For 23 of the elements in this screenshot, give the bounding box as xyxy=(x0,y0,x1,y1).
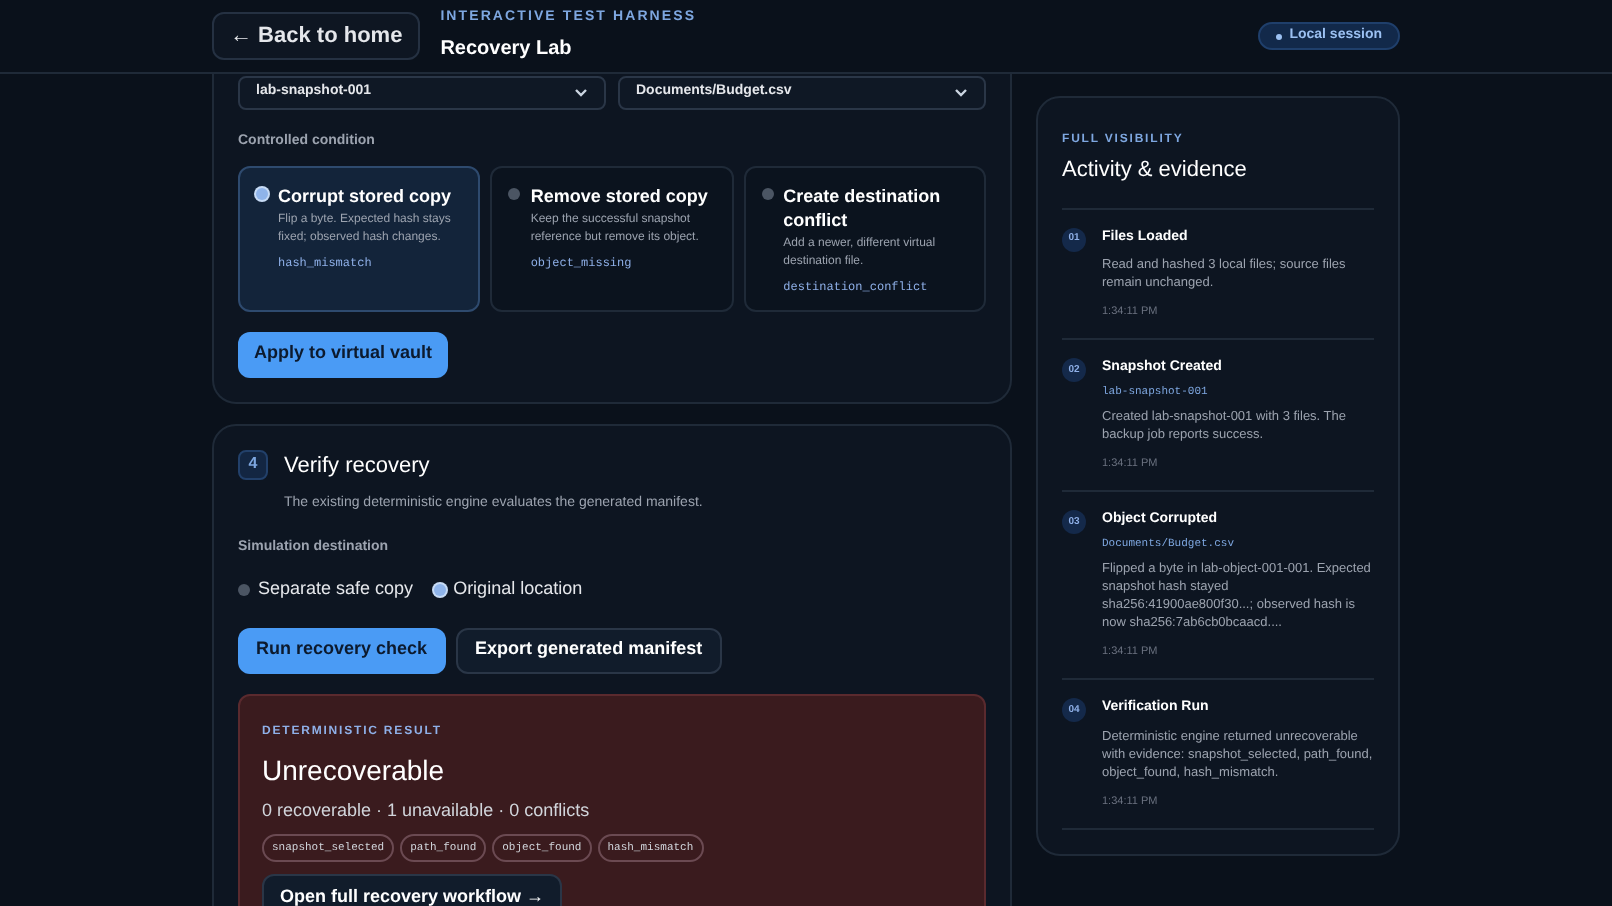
export-button[interactable]: Export generated manifest xyxy=(455,627,723,673)
workflow-button[interactable]: Open full recovery workflow → xyxy=(262,874,563,906)
radio-icon xyxy=(238,583,250,596)
run-check-button[interactable]: Run recovery check xyxy=(238,627,446,673)
step-number: 4 xyxy=(238,449,268,479)
panel-title: Activity & evidence xyxy=(1062,154,1374,209)
option-title: Corrupt stored copy xyxy=(278,183,454,207)
radio-icon xyxy=(256,187,268,199)
radio-icon xyxy=(508,187,521,199)
apply-button[interactable]: Apply to virtual vault xyxy=(238,331,449,377)
option-title: Remove stored copy xyxy=(530,183,710,207)
option-title: Create destination conflict xyxy=(783,183,943,231)
back-button[interactable]: ← Back to home xyxy=(212,12,421,60)
page-title: Recovery Lab xyxy=(440,35,574,64)
chevron-icon xyxy=(954,88,968,98)
chevron-icon xyxy=(574,88,588,98)
section-title: Verify recovery xyxy=(284,451,432,481)
radio-icon xyxy=(761,187,774,199)
result-summary: 0 recoverable · 1 unavailable · 0 conflicts xyxy=(262,797,592,823)
destination-radio[interactable]: Separate safe copy xyxy=(238,576,414,603)
destination-radio[interactable]: Original location xyxy=(433,576,583,603)
result-status: Unrecoverable xyxy=(262,751,447,789)
radio-icon xyxy=(433,583,446,596)
